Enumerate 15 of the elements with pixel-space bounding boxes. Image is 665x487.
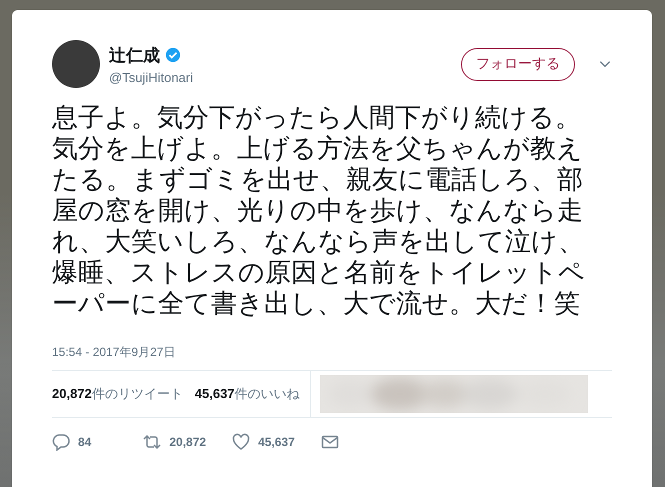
stat-count[interactable]: 45,637件のいいね: [194, 385, 300, 403]
action-count: 20,872: [169, 435, 206, 449]
action-count: 45,637: [258, 435, 295, 449]
retweet-icon[interactable]: [143, 433, 162, 451]
envelope-icon[interactable]: [320, 433, 339, 451]
author-handle[interactable]: @TsujiHitonari: [109, 70, 452, 84]
author-name[interactable]: 辻仁成: [109, 44, 160, 66]
action-count: 84: [78, 435, 92, 449]
reply-icon[interactable]: [52, 433, 70, 451]
heart-icon[interactable]: [232, 433, 250, 451]
avatar[interactable]: [52, 40, 100, 88]
tweet-text: 息子よ。気分下がったら人間下がり続ける。 気分を上げよ。上げる方法を父ちゃんが教え たる。まずゴミを出せ、親友に電話しろ、部 屋の窓を開け、光りの中を歩け、なんなら走 れ、大笑いしろ、なんなら声を出して泣け、 爆睡、ストレスの原因と名前をトイレットペ ーパーに全て書き出し、大で流せ。大だ！笑: [52, 102, 586, 319]
stat-count[interactable]: 20,872件のリツイート: [52, 385, 183, 403]
follow-button[interactable]: フォローする: [461, 48, 575, 80]
timestamp[interactable]: 15:54 - 2017年9月27日: [52, 344, 612, 361]
